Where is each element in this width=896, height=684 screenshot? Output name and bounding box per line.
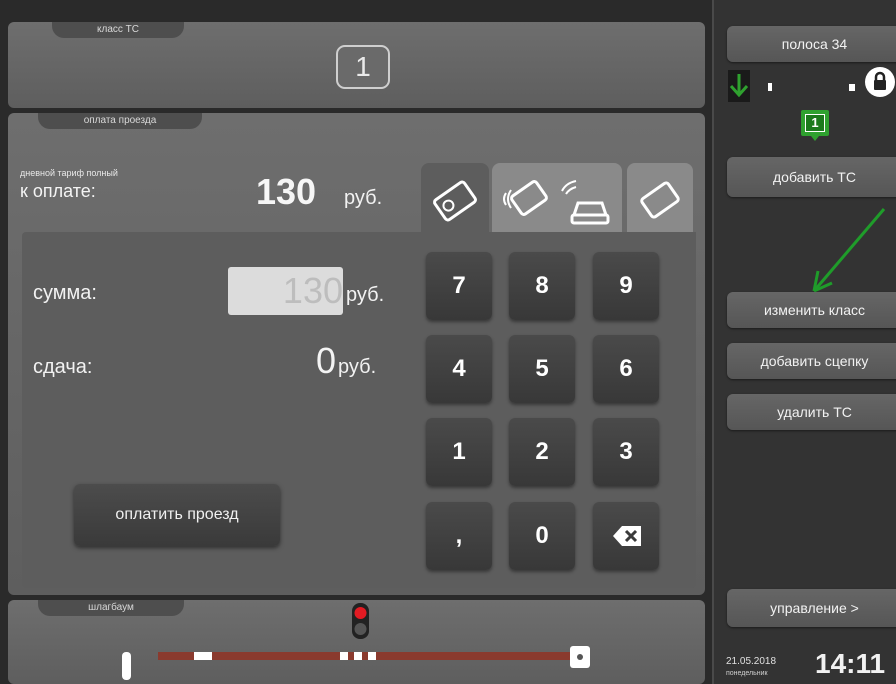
key-4[interactable]: 4 <box>426 335 492 403</box>
arrow-down-icon <box>728 70 750 102</box>
key-3[interactable]: 3 <box>593 418 659 486</box>
to-pay-value: 130 <box>256 171 317 212</box>
barrier-post-left <box>122 652 131 680</box>
lane-indicator-left <box>768 83 772 91</box>
control-button[interactable]: управление > <box>727 589 896 627</box>
change-currency: руб. <box>338 356 377 378</box>
weekday-label: понедельник <box>726 670 768 677</box>
sum-currency: руб. <box>346 284 385 306</box>
pay-button[interactable]: оплатить проезд <box>74 484 280 546</box>
backspace-icon <box>613 526 641 546</box>
lane-indicator-right <box>849 84 855 91</box>
sidebar-divider <box>712 0 714 684</box>
vehicle-class-tab-label: класс ТС <box>52 22 184 38</box>
tariff-label: дневной тариф полный <box>20 168 118 178</box>
sum-label: сумма: <box>33 282 97 304</box>
date-label: 21.05.2018 <box>726 656 777 667</box>
to-pay-currency: руб. <box>344 187 383 209</box>
traffic-light-icon <box>352 603 369 639</box>
add-trailer-button[interactable]: добавить сцепку <box>727 343 896 379</box>
key-1[interactable]: 1 <box>426 418 492 486</box>
barrier-graphic <box>122 603 590 680</box>
key-7[interactable]: 7 <box>426 252 492 320</box>
key-comma[interactable]: , <box>426 502 492 570</box>
vehicle-class-value[interactable]: 1 <box>336 45 390 89</box>
lock-icon <box>865 67 895 97</box>
contactless-card-icon <box>503 180 610 225</box>
sidebar <box>712 0 896 684</box>
delete-vehicle-button[interactable]: удалить ТС <box>727 394 896 430</box>
class-indicator-value: 1 <box>805 114 825 132</box>
key-5[interactable]: 5 <box>509 335 575 403</box>
change-class-button[interactable]: изменить класс <box>727 292 896 328</box>
card-icon <box>433 180 477 222</box>
lane-button[interactable]: полоса 34 <box>727 26 896 62</box>
class-indicator-badge: 1 <box>801 110 829 141</box>
change-label: сдача: <box>33 356 93 378</box>
car-transponder-icon <box>570 201 610 225</box>
key-2[interactable]: 2 <box>509 418 575 486</box>
tab-contactless-payment[interactable] <box>492 163 622 235</box>
green-arrow-annotation <box>812 208 886 293</box>
tab-card-payment[interactable] <box>421 163 489 235</box>
change-value: 0 <box>316 340 337 381</box>
tab-card-other[interactable] <box>627 163 693 235</box>
key-9[interactable]: 9 <box>593 252 659 320</box>
card-outline-icon <box>640 181 680 219</box>
sum-input[interactable]: 130 <box>228 267 343 315</box>
key-backspace[interactable] <box>593 502 659 570</box>
add-vehicle-button[interactable]: добавить ТС <box>727 157 896 197</box>
clock: 14:11 <box>815 648 886 679</box>
key-8[interactable]: 8 <box>509 252 575 320</box>
to-pay-label: к оплате: <box>20 181 96 201</box>
key-0[interactable]: 0 <box>509 502 575 570</box>
key-6[interactable]: 6 <box>593 335 659 403</box>
payment-tab-label: оплата проезда <box>38 113 202 129</box>
